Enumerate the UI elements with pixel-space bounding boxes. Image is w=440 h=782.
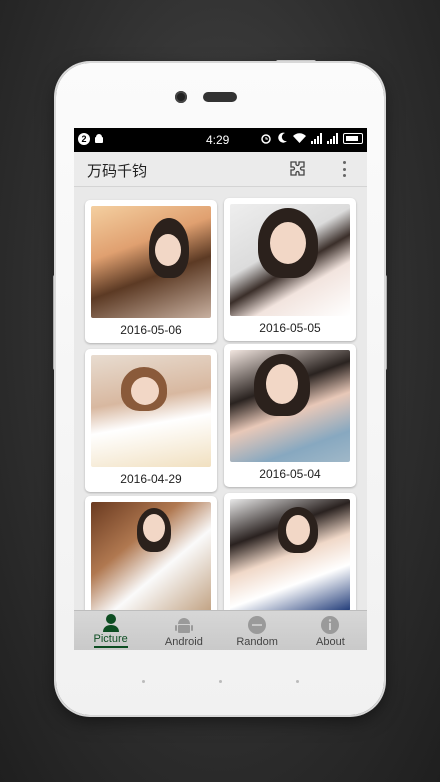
tab-label: About — [316, 636, 345, 648]
status-time: 4:29 — [206, 133, 230, 147]
photo-date: 2016-05-06 — [120, 323, 182, 337]
photo-card[interactable] — [85, 496, 217, 626]
front-camera — [175, 91, 187, 103]
photo-thumbnail — [230, 204, 350, 316]
earpiece-speaker — [203, 92, 237, 102]
status-bar: 2 4:29 — [74, 128, 367, 152]
photo-card[interactable]: 2016-04-29 — [85, 349, 217, 492]
photo-thumbnail — [230, 350, 350, 462]
android-icon — [174, 618, 193, 633]
info-icon — [321, 616, 340, 634]
tab-label: Android — [164, 636, 203, 648]
app-title: 万码千钧 — [87, 163, 148, 180]
nav-dot — [142, 680, 145, 683]
android-debug-icon — [95, 133, 103, 143]
photo-card[interactable] — [224, 493, 356, 623]
tab-random[interactable]: Random — [221, 611, 294, 650]
app-bar: 万码千钧 — [74, 152, 367, 187]
notification-badge: 2 — [78, 133, 90, 145]
moon-icon — [278, 132, 287, 143]
photo-thumbnail — [91, 502, 211, 614]
photo-card[interactable]: 2016-05-06 — [85, 200, 217, 343]
tab-picture[interactable]: Picture — [74, 611, 147, 650]
photo-card[interactable]: 2016-05-04 — [224, 344, 356, 487]
battery-icon — [343, 132, 363, 144]
signal-icon — [327, 132, 338, 144]
tab-about[interactable]: About — [294, 611, 367, 650]
nav-dot — [296, 680, 299, 683]
tab-android[interactable]: Android — [147, 611, 220, 650]
photo-card[interactable]: 2016-05-05 — [224, 198, 356, 341]
person-icon — [102, 614, 119, 632]
bottom-tab-bar: Picture Android Random About — [74, 610, 367, 650]
photo-grid: 2016-05-06 2016-05-05 2016-04-29 2016-05… — [74, 187, 367, 626]
tab-label: Random — [236, 636, 278, 648]
signal-icon — [311, 132, 322, 144]
app-screen: 2 4:29 万码千钧 2016-05-06 2016-05-05 2016-0… — [74, 128, 367, 650]
wifi-icon — [293, 132, 306, 143]
photo-thumbnail — [91, 206, 211, 318]
photo-date: 2016-04-29 — [120, 472, 182, 486]
tab-label: Picture — [93, 633, 128, 645]
photo-thumbnail — [230, 499, 350, 611]
puzzle-icon[interactable] — [289, 160, 307, 178]
nav-dot — [219, 680, 222, 683]
photo-thumbnail — [91, 355, 211, 467]
alarm-icon — [261, 134, 271, 144]
photo-date: 2016-05-04 — [259, 467, 321, 481]
overflow-menu-icon[interactable] — [337, 159, 351, 179]
active-tab-indicator — [93, 646, 128, 648]
photo-date: 2016-05-05 — [259, 321, 321, 335]
random-icon — [248, 616, 267, 634]
